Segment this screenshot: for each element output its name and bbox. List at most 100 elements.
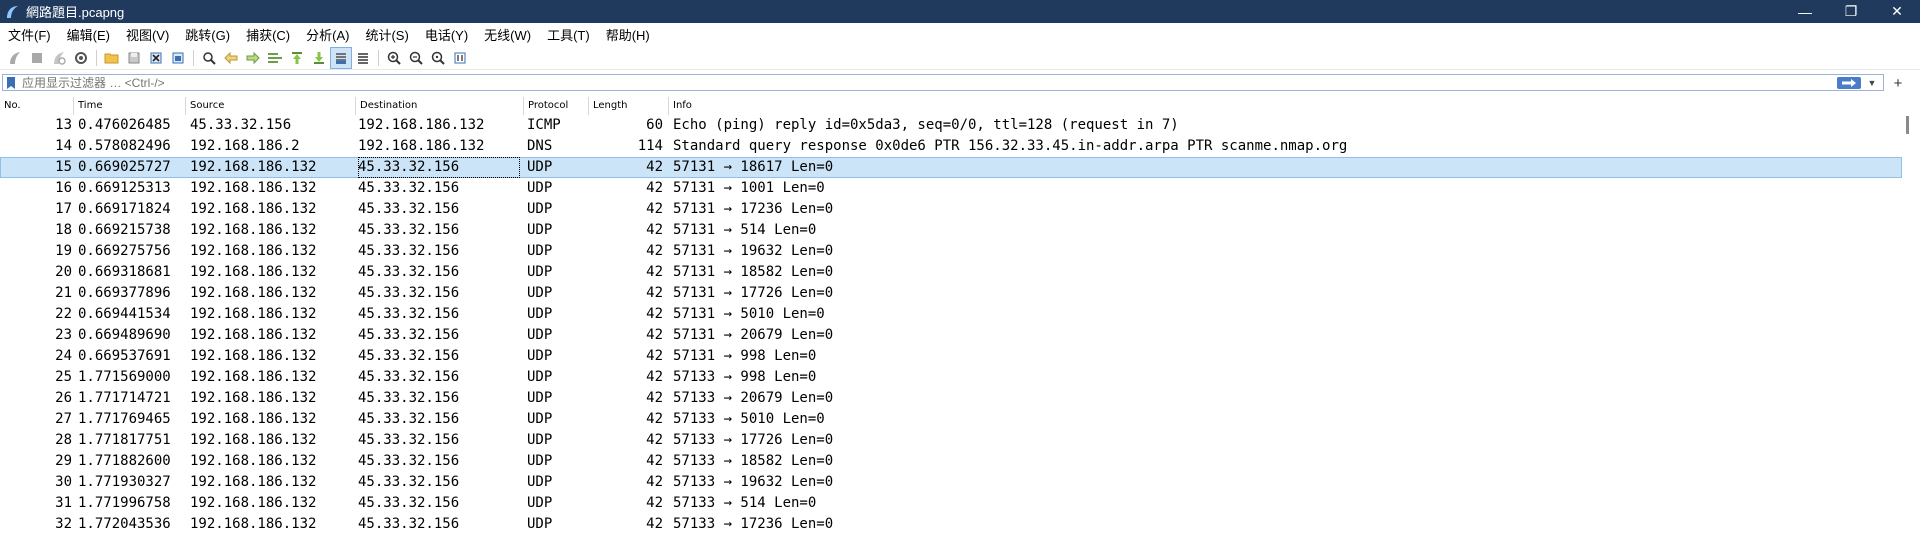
options-gear-icon[interactable] bbox=[70, 47, 92, 69]
go-first-packet-icon[interactable] bbox=[286, 47, 308, 69]
packet-info-cell: 57131 → 17726 Len=0 bbox=[673, 285, 834, 301]
column-header-protocol[interactable]: Protocol bbox=[524, 97, 589, 115]
bookmark-icon[interactable] bbox=[6, 76, 16, 89]
packet-time-cell: 0.669125313 bbox=[78, 180, 171, 196]
go-last-packet-icon[interactable] bbox=[308, 47, 330, 69]
packet-source-cell: 192.168.186.132 bbox=[190, 180, 317, 196]
add-filter-button[interactable]: + bbox=[1889, 73, 1907, 93]
toolbar-separator bbox=[96, 49, 97, 66]
minimize-button[interactable]: — bbox=[1782, 0, 1828, 23]
packet-number-cell: 21 bbox=[55, 285, 72, 301]
packet-info-cell: 57133 → 514 Len=0 bbox=[673, 495, 817, 511]
column-header-no[interactable]: No. bbox=[0, 97, 74, 115]
close-button[interactable]: ✕ bbox=[1874, 0, 1920, 23]
packet-row[interactable]: 31 1.771996758 192.168.186.132 45.33.32.156… bbox=[0, 493, 1902, 514]
packet-number-cell: 14 bbox=[55, 138, 72, 154]
packet-source-cell: 192.168.186.132 bbox=[190, 159, 317, 175]
menu-view[interactable]: 视图(V) bbox=[118, 25, 177, 44]
packet-row[interactable]: 21 0.669377896 192.168.186.132 45.33.32.156… bbox=[0, 283, 1902, 304]
packet-destination-cell: 45.33.32.156 bbox=[358, 285, 460, 301]
reload-file-icon[interactable] bbox=[167, 47, 189, 69]
packet-row[interactable]: 22 0.669441534 192.168.186.132 45.33.32.156… bbox=[0, 304, 1902, 325]
packet-row[interactable]: 29 1.771882600 192.168.186.132 45.33.32.156… bbox=[0, 451, 1902, 472]
packet-info-cell: 57131 → 514 Len=0 bbox=[673, 222, 817, 238]
vertical-scrollbar[interactable] bbox=[1904, 114, 1914, 443]
column-header-destination[interactable]: Destination bbox=[356, 97, 524, 115]
colorize-lines-icon[interactable] bbox=[352, 47, 374, 69]
packet-row[interactable]: 15 0.669025727 192.168.186.132 45.33.32.156… bbox=[0, 157, 1902, 178]
packet-protocol-cell: UDP bbox=[527, 180, 553, 196]
packet-protocol-cell: DNS bbox=[527, 138, 553, 154]
packet-source-cell: 192.168.186.132 bbox=[190, 201, 317, 217]
filter-history-dropdown-icon[interactable]: ▼ bbox=[1865, 76, 1879, 90]
menu-telephony[interactable]: 电话(Y) bbox=[417, 25, 476, 44]
packet-row[interactable]: 19 0.669275756 192.168.186.132 45.33.32.156… bbox=[0, 241, 1902, 262]
packet-length-cell: 42 bbox=[646, 432, 663, 448]
packet-row[interactable]: 23 0.669489690 192.168.186.132 45.33.32.156… bbox=[0, 325, 1902, 346]
packet-number-cell: 26 bbox=[55, 390, 72, 406]
menu-help[interactable]: 帮助(H) bbox=[598, 25, 658, 44]
packet-row[interactable]: 28 1.771817751 192.168.186.132 45.33.32.156… bbox=[0, 430, 1902, 451]
autoscroll-icon[interactable] bbox=[330, 46, 352, 69]
menu-wireless[interactable]: 无线(W) bbox=[476, 25, 539, 44]
packet-length-cell: 42 bbox=[646, 285, 663, 301]
display-filter-input[interactable] bbox=[22, 75, 1883, 90]
shark-fin-start-icon[interactable] bbox=[4, 47, 26, 69]
packet-number-cell: 23 bbox=[55, 327, 72, 343]
toolbar-separator bbox=[378, 49, 379, 66]
packet-destination-cell: 45.33.32.156 bbox=[358, 390, 460, 406]
column-header-info[interactable]: Info bbox=[669, 97, 1900, 115]
column-header-source[interactable]: Source bbox=[186, 97, 356, 115]
zoom-normal-icon[interactable] bbox=[427, 47, 449, 69]
close-file-icon[interactable] bbox=[145, 47, 167, 69]
packet-length-cell: 42 bbox=[646, 159, 663, 175]
zoom-out-icon[interactable] bbox=[405, 47, 427, 69]
menu-edit[interactable]: 编辑(E) bbox=[59, 25, 118, 44]
packet-row[interactable]: 17 0.669171824 192.168.186.132 45.33.32.156… bbox=[0, 199, 1902, 220]
packet-info-cell: 57133 → 18582 Len=0 bbox=[673, 453, 834, 469]
packet-time-cell: 1.772043536 bbox=[78, 516, 171, 532]
scrollbar-thumb[interactable] bbox=[1906, 116, 1909, 134]
column-header-length[interactable]: Length bbox=[589, 97, 669, 115]
packet-row[interactable]: 27 1.771769465 192.168.186.132 45.33.32.156… bbox=[0, 409, 1902, 430]
packet-row[interactable]: 30 1.771930327 192.168.186.132 45.33.32.156… bbox=[0, 472, 1902, 493]
packet-row[interactable]: 24 0.669537691 192.168.186.132 45.33.32.156… bbox=[0, 346, 1902, 367]
menu-go[interactable]: 跳转(G) bbox=[177, 25, 238, 44]
open-folder-icon[interactable] bbox=[101, 47, 123, 69]
packet-row[interactable]: 13 0.476026485 45.33.32.156 192.168.186.132… bbox=[0, 115, 1902, 136]
packet-source-cell: 45.33.32.156 bbox=[190, 117, 292, 133]
restart-fin-icon[interactable] bbox=[48, 47, 70, 69]
title-bar: 網路題目.pcapng — ❐ ✕ bbox=[0, 0, 1920, 23]
packet-time-cell: 1.771996758 bbox=[78, 495, 171, 511]
go-to-packet-icon[interactable] bbox=[264, 47, 286, 69]
find-magnifier-icon[interactable] bbox=[198, 47, 220, 69]
column-header-time[interactable]: Time bbox=[74, 97, 186, 115]
zoom-in-icon[interactable] bbox=[383, 47, 405, 69]
stop-square-icon[interactable] bbox=[26, 47, 48, 69]
main-toolbar bbox=[0, 46, 1920, 70]
go-back-arrow-icon[interactable] bbox=[220, 47, 242, 69]
packet-row[interactable]: 18 0.669215738 192.168.186.132 45.33.32.156… bbox=[0, 220, 1902, 241]
packet-row[interactable]: 32 1.772043536 192.168.186.132 45.33.32.156… bbox=[0, 514, 1902, 535]
menu-capture[interactable]: 捕获(C) bbox=[238, 25, 298, 44]
resize-columns-icon[interactable] bbox=[449, 47, 471, 69]
packet-protocol-cell: UDP bbox=[527, 327, 553, 343]
packet-row[interactable]: 16 0.669125313 192.168.186.132 45.33.32.156… bbox=[0, 178, 1902, 199]
packet-protocol-cell: UDP bbox=[527, 411, 553, 427]
packet-row[interactable]: 25 1.771569000 192.168.186.132 45.33.32.156… bbox=[0, 367, 1902, 388]
packet-number-cell: 19 bbox=[55, 243, 72, 259]
go-forward-arrow-icon[interactable] bbox=[242, 47, 264, 69]
maximize-button[interactable]: ❐ bbox=[1828, 0, 1874, 23]
save-file-icon[interactable] bbox=[123, 47, 145, 69]
packet-destination-cell: 45.33.32.156 bbox=[358, 243, 460, 259]
packet-row[interactable]: 14 0.578082496 192.168.186.2 192.168.186.13… bbox=[0, 136, 1902, 157]
menu-analyze[interactable]: 分析(A) bbox=[298, 25, 357, 44]
menu-file[interactable]: 文件(F) bbox=[0, 25, 59, 44]
packet-row[interactable]: 26 1.771714721 192.168.186.132 45.33.32.156… bbox=[0, 388, 1902, 409]
packet-length-cell: 42 bbox=[646, 222, 663, 238]
menu-statistics[interactable]: 统计(S) bbox=[357, 25, 416, 44]
menu-tools[interactable]: 工具(T) bbox=[539, 25, 598, 44]
packet-row[interactable]: 20 0.669318681 192.168.186.132 45.33.32.156… bbox=[0, 262, 1902, 283]
apply-filter-arrow-icon[interactable] bbox=[1837, 77, 1861, 89]
packet-source-cell: 192.168.186.132 bbox=[190, 516, 317, 532]
